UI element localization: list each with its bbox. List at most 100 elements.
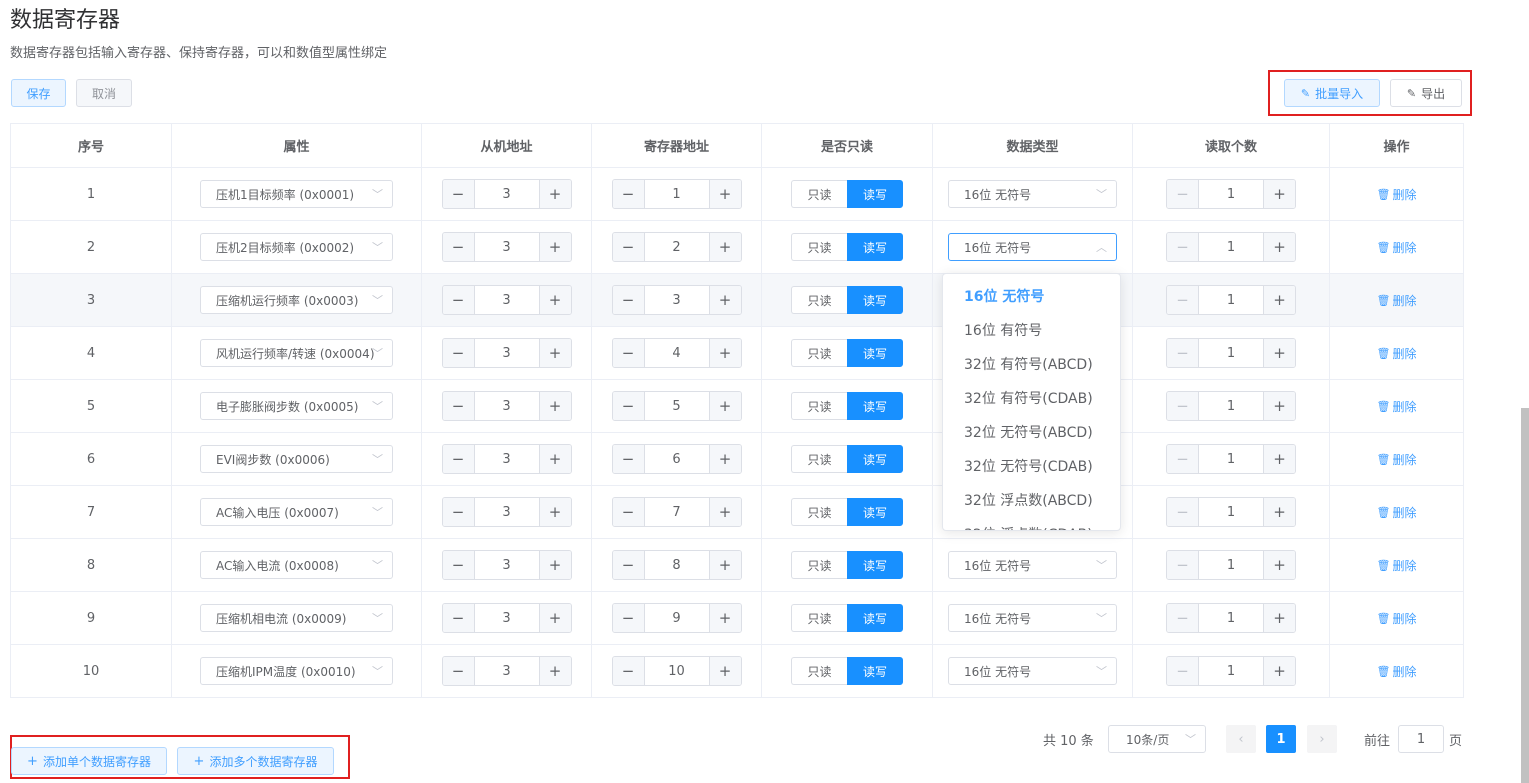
scrollbar[interactable] (1521, 408, 1529, 783)
register-address-value[interactable]: 3 (645, 286, 709, 314)
plus-button[interactable]: + (708, 339, 741, 367)
register-address-stepper[interactable]: −7 + (611, 497, 742, 527)
dropdown-option[interactable]: 16位 有符号 (943, 314, 1120, 348)
readonly-radio-group[interactable]: 只读 读写 (791, 392, 903, 420)
data-type-select[interactable]: 16位 无符号 ﹀ (948, 604, 1117, 632)
read-count-stepper[interactable]: −1 + (1166, 550, 1296, 580)
plus-button[interactable]: + (1263, 445, 1295, 473)
minus-button[interactable]: − (612, 551, 645, 579)
read-count-value[interactable]: 1 (1199, 657, 1263, 685)
plus-button[interactable]: + (708, 551, 741, 579)
readwrite-option[interactable]: 读写 (847, 445, 903, 473)
dropdown-option[interactable]: 32位 有符号(ABCD) (943, 348, 1120, 382)
property-select[interactable]: 风机运行频率/转速 (0x0004) ﹀ (200, 339, 393, 367)
slave-address-stepper[interactable]: −3 + (441, 603, 572, 633)
plus-button[interactable]: + (538, 339, 571, 367)
property-select[interactable]: 压机2目标频率 (0x0002) ﹀ (200, 233, 393, 261)
dropdown-option[interactable]: 16位 无符号 (943, 280, 1120, 314)
plus-button[interactable]: + (708, 445, 741, 473)
readonly-radio-group[interactable]: 只读 读写 (791, 445, 903, 473)
batch-import-button[interactable]: ✎ 批量导入 (1284, 79, 1380, 107)
minus-button[interactable]: − (1167, 180, 1199, 208)
slave-address-value[interactable]: 3 (475, 498, 539, 526)
data-type-select[interactable]: 16位 无符号 ︿ (948, 233, 1117, 261)
plus-button[interactable]: + (1263, 180, 1295, 208)
minus-button[interactable]: − (442, 392, 475, 420)
slave-address-value[interactable]: 3 (475, 657, 539, 685)
read-count-value[interactable]: 1 (1199, 233, 1263, 261)
readonly-option[interactable]: 只读 (791, 286, 847, 314)
minus-button[interactable]: − (442, 286, 475, 314)
minus-button[interactable]: − (442, 180, 475, 208)
read-count-stepper[interactable]: −1 + (1166, 444, 1296, 474)
slave-address-stepper[interactable]: −3 + (441, 285, 572, 315)
read-count-value[interactable]: 1 (1199, 339, 1263, 367)
plus-button[interactable]: + (538, 392, 571, 420)
read-count-stepper[interactable]: −1 + (1166, 497, 1296, 527)
property-select[interactable]: 电子膨胀阀步数 (0x0005) ﹀ (200, 392, 393, 420)
readonly-option[interactable]: 只读 (791, 339, 847, 367)
register-address-stepper[interactable]: −1 + (611, 179, 742, 209)
save-button[interactable]: 保存 (11, 79, 66, 107)
readwrite-option[interactable]: 读写 (847, 551, 903, 579)
property-select[interactable]: 压缩机运行频率 (0x0003) ﹀ (200, 286, 393, 314)
minus-button[interactable]: − (442, 604, 475, 632)
plus-button[interactable]: + (538, 233, 571, 261)
read-count-value[interactable]: 1 (1199, 604, 1263, 632)
delete-button[interactable]: 🗑 删除 (1377, 610, 1417, 627)
slave-address-stepper[interactable]: −3 + (441, 391, 572, 421)
plus-button[interactable]: + (708, 180, 741, 208)
register-address-value[interactable]: 9 (645, 604, 709, 632)
slave-address-value[interactable]: 3 (475, 604, 539, 632)
readwrite-option[interactable]: 读写 (847, 180, 903, 208)
export-button[interactable]: ✎ 导出 (1390, 79, 1462, 107)
delete-button[interactable]: 🗑 删除 (1377, 398, 1417, 415)
delete-button[interactable]: 🗑 删除 (1377, 345, 1417, 362)
plus-button[interactable]: + (708, 498, 741, 526)
minus-button[interactable]: − (1167, 657, 1199, 685)
readwrite-option[interactable]: 读写 (847, 392, 903, 420)
readonly-option[interactable]: 只读 (791, 233, 847, 261)
delete-button[interactable]: 🗑 删除 (1377, 663, 1417, 680)
minus-button[interactable]: − (1167, 233, 1199, 261)
property-select[interactable]: 压机1目标频率 (0x0001) ﹀ (200, 180, 393, 208)
dropdown-option[interactable]: 32位 无符号(CDAB) (943, 450, 1120, 484)
property-select[interactable]: 压缩机相电流 (0x0009) ﹀ (200, 604, 393, 632)
plus-button[interactable]: + (538, 604, 571, 632)
delete-button[interactable]: 🗑 删除 (1377, 451, 1417, 468)
read-count-stepper[interactable]: −1 + (1166, 603, 1296, 633)
read-count-value[interactable]: 1 (1199, 551, 1263, 579)
delete-button[interactable]: 🗑 删除 (1377, 292, 1417, 309)
dropdown-option[interactable]: 32位 浮点数(ABCD) (943, 484, 1120, 518)
minus-button[interactable]: − (612, 604, 645, 632)
plus-button[interactable]: + (1263, 233, 1295, 261)
plus-button[interactable]: + (708, 233, 741, 261)
read-count-stepper[interactable]: −1 + (1166, 179, 1296, 209)
minus-button[interactable]: − (612, 445, 645, 473)
readonly-radio-group[interactable]: 只读 读写 (791, 551, 903, 579)
add-multiple-register-button[interactable]: + 添加多个数据寄存器 (177, 747, 334, 775)
read-count-stepper[interactable]: −1 + (1166, 391, 1296, 421)
minus-button[interactable]: − (1167, 392, 1199, 420)
readwrite-option[interactable]: 读写 (847, 339, 903, 367)
current-page[interactable]: 1 (1266, 725, 1296, 753)
minus-button[interactable]: − (1167, 551, 1199, 579)
plus-button[interactable]: + (708, 604, 741, 632)
plus-button[interactable]: + (538, 286, 571, 314)
slave-address-value[interactable]: 3 (475, 445, 539, 473)
slave-address-stepper[interactable]: −3 + (441, 497, 572, 527)
register-address-stepper[interactable]: −3 + (611, 285, 742, 315)
readonly-radio-group[interactable]: 只读 读写 (791, 657, 903, 685)
property-select[interactable]: AC输入电流 (0x0008) ﹀ (200, 551, 393, 579)
readonly-radio-group[interactable]: 只读 读写 (791, 604, 903, 632)
register-address-stepper[interactable]: −5 + (611, 391, 742, 421)
plus-button[interactable]: + (538, 498, 571, 526)
plus-button[interactable]: + (708, 657, 741, 685)
read-count-stepper[interactable]: −1 + (1166, 232, 1296, 262)
plus-button[interactable]: + (1263, 604, 1295, 632)
register-address-stepper[interactable]: −10 + (611, 656, 742, 686)
minus-button[interactable]: − (612, 233, 645, 261)
register-address-value[interactable]: 1 (645, 180, 709, 208)
readonly-option[interactable]: 只读 (791, 498, 847, 526)
data-type-select[interactable]: 16位 无符号 ﹀ (948, 551, 1117, 579)
